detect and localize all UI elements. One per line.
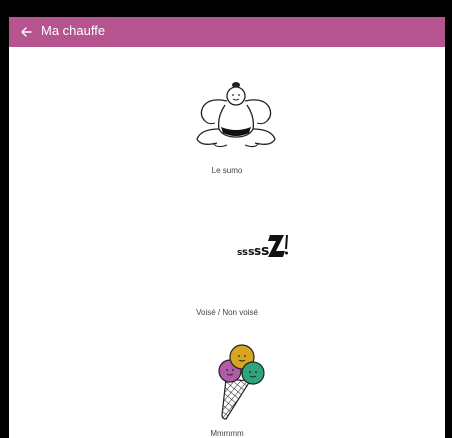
list-item-voise[interactable]: s s s s s Voisé / Non voisé (9, 225, 445, 317)
ice-cream-cone-illustration (218, 344, 265, 420)
app-bar: Ma chauffe (9, 17, 445, 47)
list-item-mmmmm[interactable]: Mmmmm (9, 337, 445, 438)
zzz-sleep-illustration: s s s s s (237, 235, 288, 259)
item-label: Le sumo (211, 166, 243, 175)
arrow-left-icon (21, 27, 32, 37)
item-label: Voisé / Non voisé (196, 308, 258, 317)
back-button[interactable] (15, 21, 37, 43)
list-item-sumo[interactable]: Le sumo (9, 79, 445, 187)
item-label: Mmmmm (210, 429, 244, 438)
app-title: Ma chauffe (41, 23, 106, 38)
app-screen: Ma chauffe Le sumo s s s s s Voisé / Non… (9, 17, 445, 438)
sumo-wrestler-illustration (196, 82, 276, 148)
device-frame: Ma chauffe Le sumo s s s s s Voisé / Non… (0, 0, 452, 438)
svg-text:s: s (261, 243, 269, 259)
